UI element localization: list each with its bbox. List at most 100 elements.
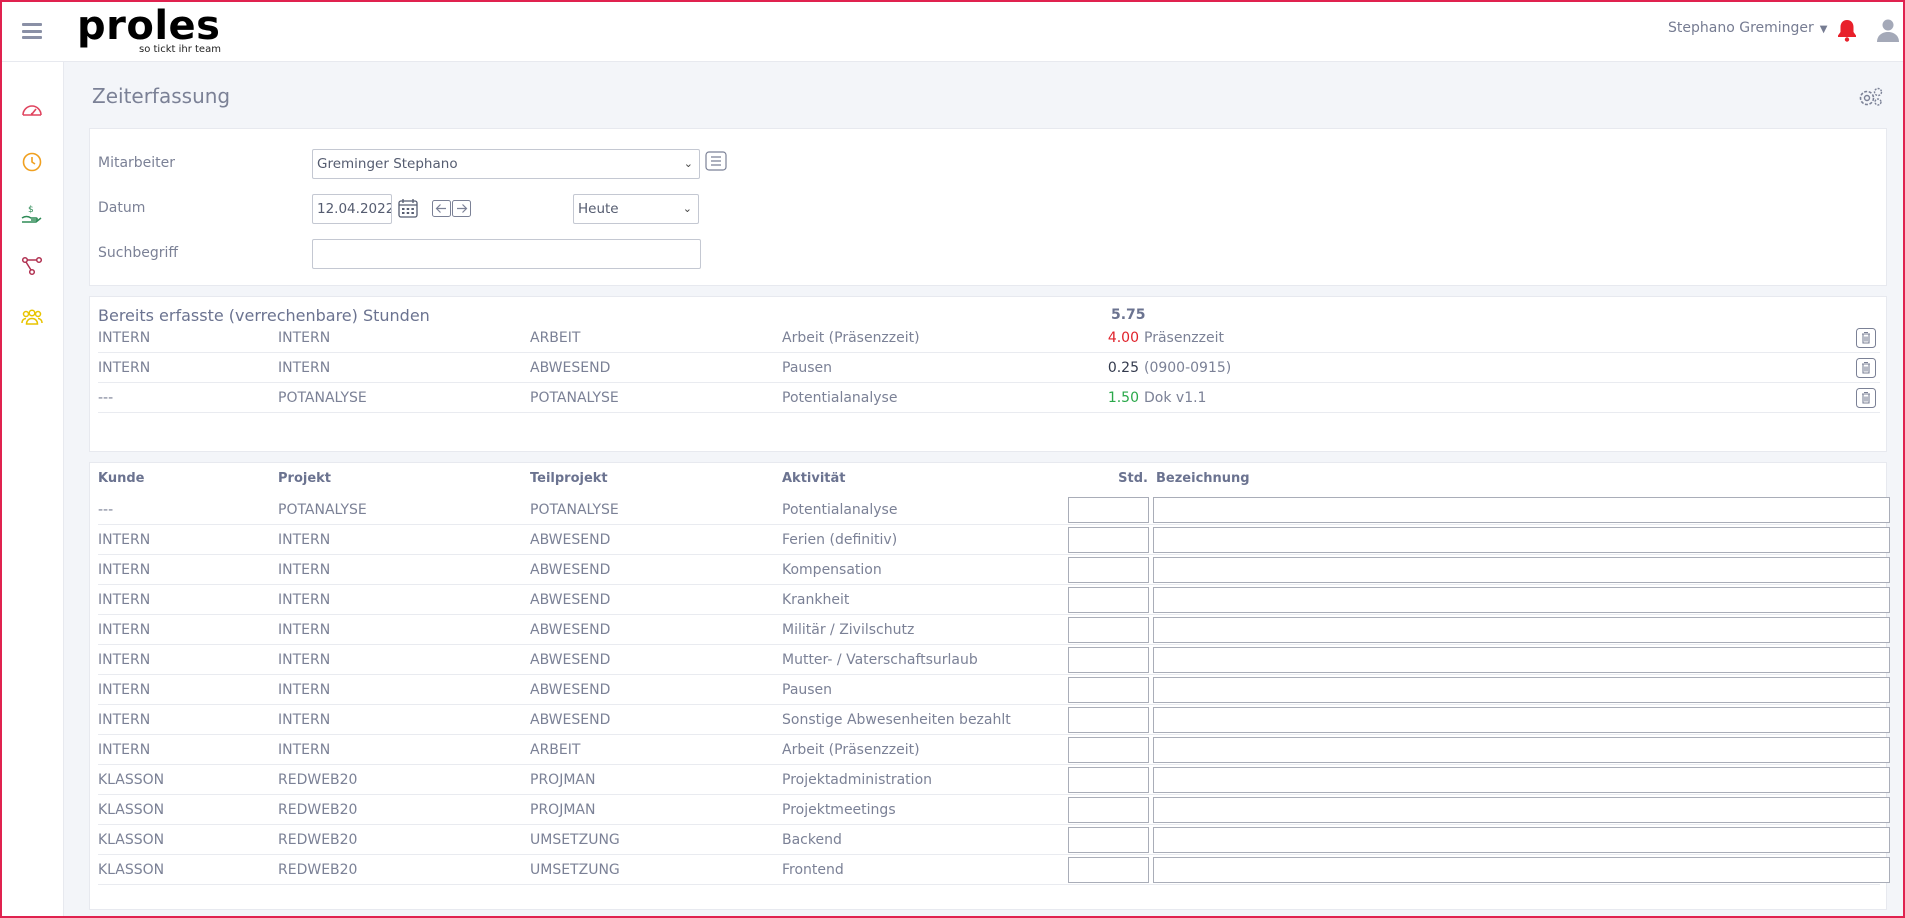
menu-toggle-icon[interactable] [22, 23, 42, 39]
entry-teilprojekt: UMSETZUNG [530, 862, 620, 878]
bell-icon[interactable] [1836, 18, 1858, 46]
hours-input[interactable] [1068, 497, 1149, 523]
hours-input[interactable] [1068, 557, 1149, 583]
suchbegriff-label: Suchbegriff [98, 245, 179, 261]
previous-day-icon[interactable] [432, 200, 451, 221]
table-row: KLASSON REDWEB20 PROJMAN Projektadministrat… [98, 765, 1890, 795]
description-input[interactable] [1153, 617, 1890, 643]
next-day-icon[interactable] [452, 200, 471, 221]
settings-gear-icon[interactable] [1858, 86, 1884, 112]
hours-input[interactable] [1068, 677, 1149, 703]
entry-aktivitaet: Ferien (definitiv) [782, 532, 898, 548]
search-input[interactable] [312, 239, 701, 269]
money-hand-icon: $ [21, 205, 42, 223]
entry-aktivitaet: Projektadministration [782, 772, 933, 788]
description-input[interactable] [1153, 827, 1890, 853]
entry-aktivitaet: Frontend [782, 862, 844, 878]
entry-aktivitaet: Arbeit (Präsenzzeit) [782, 742, 920, 758]
sidebar-item-billing[interactable]: $ [20, 202, 44, 226]
clock-icon [22, 152, 42, 172]
header-bezeichnung: Bezeichnung [1156, 471, 1250, 486]
hours-input[interactable] [1068, 587, 1149, 613]
summary-aktivitaet: Pausen [782, 360, 833, 376]
description-input[interactable] [1153, 587, 1890, 613]
entry-aktivitaet: Projektmeetings [782, 802, 896, 818]
user-menu[interactable]: Stephano Greminger ▼ [1668, 20, 1828, 36]
entry-teilprojekt: POTANALYSE [530, 502, 619, 518]
description-input[interactable] [1153, 647, 1890, 673]
calendar-icon[interactable] [397, 197, 419, 223]
entry-kunde: INTERN [98, 652, 151, 668]
table-row: INTERN INTERN ABWESEND Militär / Zivilschut… [98, 615, 1890, 645]
user-avatar-icon[interactable] [1876, 18, 1900, 46]
header-aktivitaet: Aktivität [782, 471, 846, 486]
period-select[interactable]: Heute ⌄ [573, 194, 699, 224]
table-header: Kunde Projekt Teilprojekt Aktivität Std.… [98, 471, 1880, 493]
table-row: INTERN INTERN ABWESEND Sonstige Abwesenheit… [98, 705, 1890, 735]
description-input[interactable] [1153, 797, 1890, 823]
hours-input[interactable] [1068, 767, 1149, 793]
page-title: Zeiterfassung [92, 84, 231, 108]
trash-icon[interactable] [1856, 358, 1876, 382]
hours-input[interactable] [1068, 647, 1149, 673]
summary-note: (0900-0915) [1144, 360, 1232, 376]
trash-icon[interactable] [1856, 388, 1876, 412]
entry-kunde: INTERN [98, 562, 151, 578]
datum-input[interactable]: 12.04.2022 [312, 194, 392, 224]
sidebar-item-dashboard[interactable] [20, 98, 44, 122]
summary-projekt: POTANALYSE [278, 390, 367, 406]
entry-kunde: --- [98, 502, 114, 518]
hours-input[interactable] [1068, 527, 1149, 553]
summary-kunde: INTERN [98, 330, 151, 346]
description-input[interactable] [1153, 737, 1890, 763]
trash-icon[interactable] [1856, 328, 1876, 352]
description-input[interactable] [1153, 677, 1890, 703]
hours-input[interactable] [1068, 707, 1149, 733]
description-input[interactable] [1153, 557, 1890, 583]
entry-kunde: KLASSON [98, 832, 165, 848]
entry-kunde: INTERN [98, 742, 151, 758]
entry-projekt: REDWEB20 [278, 772, 358, 788]
entry-aktivitaet: Pausen [782, 682, 833, 698]
sidebar-item-team[interactable] [20, 306, 44, 330]
hours-input[interactable] [1068, 737, 1149, 763]
table-row: KLASSON REDWEB20 PROJMAN Projektmeetings [98, 795, 1890, 825]
description-input[interactable] [1153, 707, 1890, 733]
list-icon[interactable] [705, 151, 727, 175]
logo-tagline: so tickt ihr team [139, 44, 221, 55]
entry-teilprojekt: ABWESEND [530, 652, 611, 668]
sidebar-item-time[interactable] [20, 150, 44, 174]
mitarbeiter-select[interactable]: Greminger Stephano ⌄ [312, 149, 700, 179]
sidebar-item-projects[interactable] [20, 254, 44, 278]
hours-input[interactable] [1068, 617, 1149, 643]
hours-input[interactable] [1068, 797, 1149, 823]
entry-teilprojekt: ABWESEND [530, 622, 611, 638]
entry-projekt: INTERN [278, 532, 331, 548]
entry-aktivitaet: Backend [782, 832, 842, 848]
description-input[interactable] [1153, 527, 1890, 553]
description-input[interactable] [1153, 767, 1890, 793]
logo-text: proles [77, 3, 221, 49]
entry-projekt: INTERN [278, 592, 331, 608]
chevron-down-icon: ▼ [1819, 24, 1828, 35]
svg-text:$: $ [28, 205, 34, 215]
hours-input[interactable] [1068, 827, 1149, 853]
entry-aktivitaet: Sonstige Abwesenheiten bezahlt [782, 712, 1011, 728]
entry-kunde: INTERN [98, 622, 151, 638]
entry-kunde: KLASSON [98, 862, 165, 878]
summary-hours: 0.25 [1107, 360, 1139, 376]
table-row: INTERN INTERN ABWESEND Mutter- / Vaterschaf… [98, 645, 1890, 675]
summary-teilprojekt: ABWESEND [530, 360, 611, 376]
hours-input[interactable] [1068, 857, 1149, 883]
mitarbeiter-select-value: Greminger Stephano [317, 156, 458, 172]
description-input[interactable] [1153, 857, 1890, 883]
summary-row: INTERN INTERN ABWESEND Pausen 0.25 (0900-0915… [98, 353, 1880, 383]
logo[interactable]: proles so tickt ihr team [77, 3, 221, 55]
summary-projekt: INTERN [278, 360, 331, 376]
team-icon [21, 309, 43, 325]
chevron-down-icon: ⌄ [683, 157, 693, 170]
chevron-down-icon: ⌄ [682, 202, 692, 215]
description-input[interactable] [1153, 497, 1890, 523]
summary-hours: 1.50 [1107, 390, 1139, 406]
summary-row: --- POTANALYSE POTANALYSE Potentialanalyse 1… [98, 383, 1880, 413]
